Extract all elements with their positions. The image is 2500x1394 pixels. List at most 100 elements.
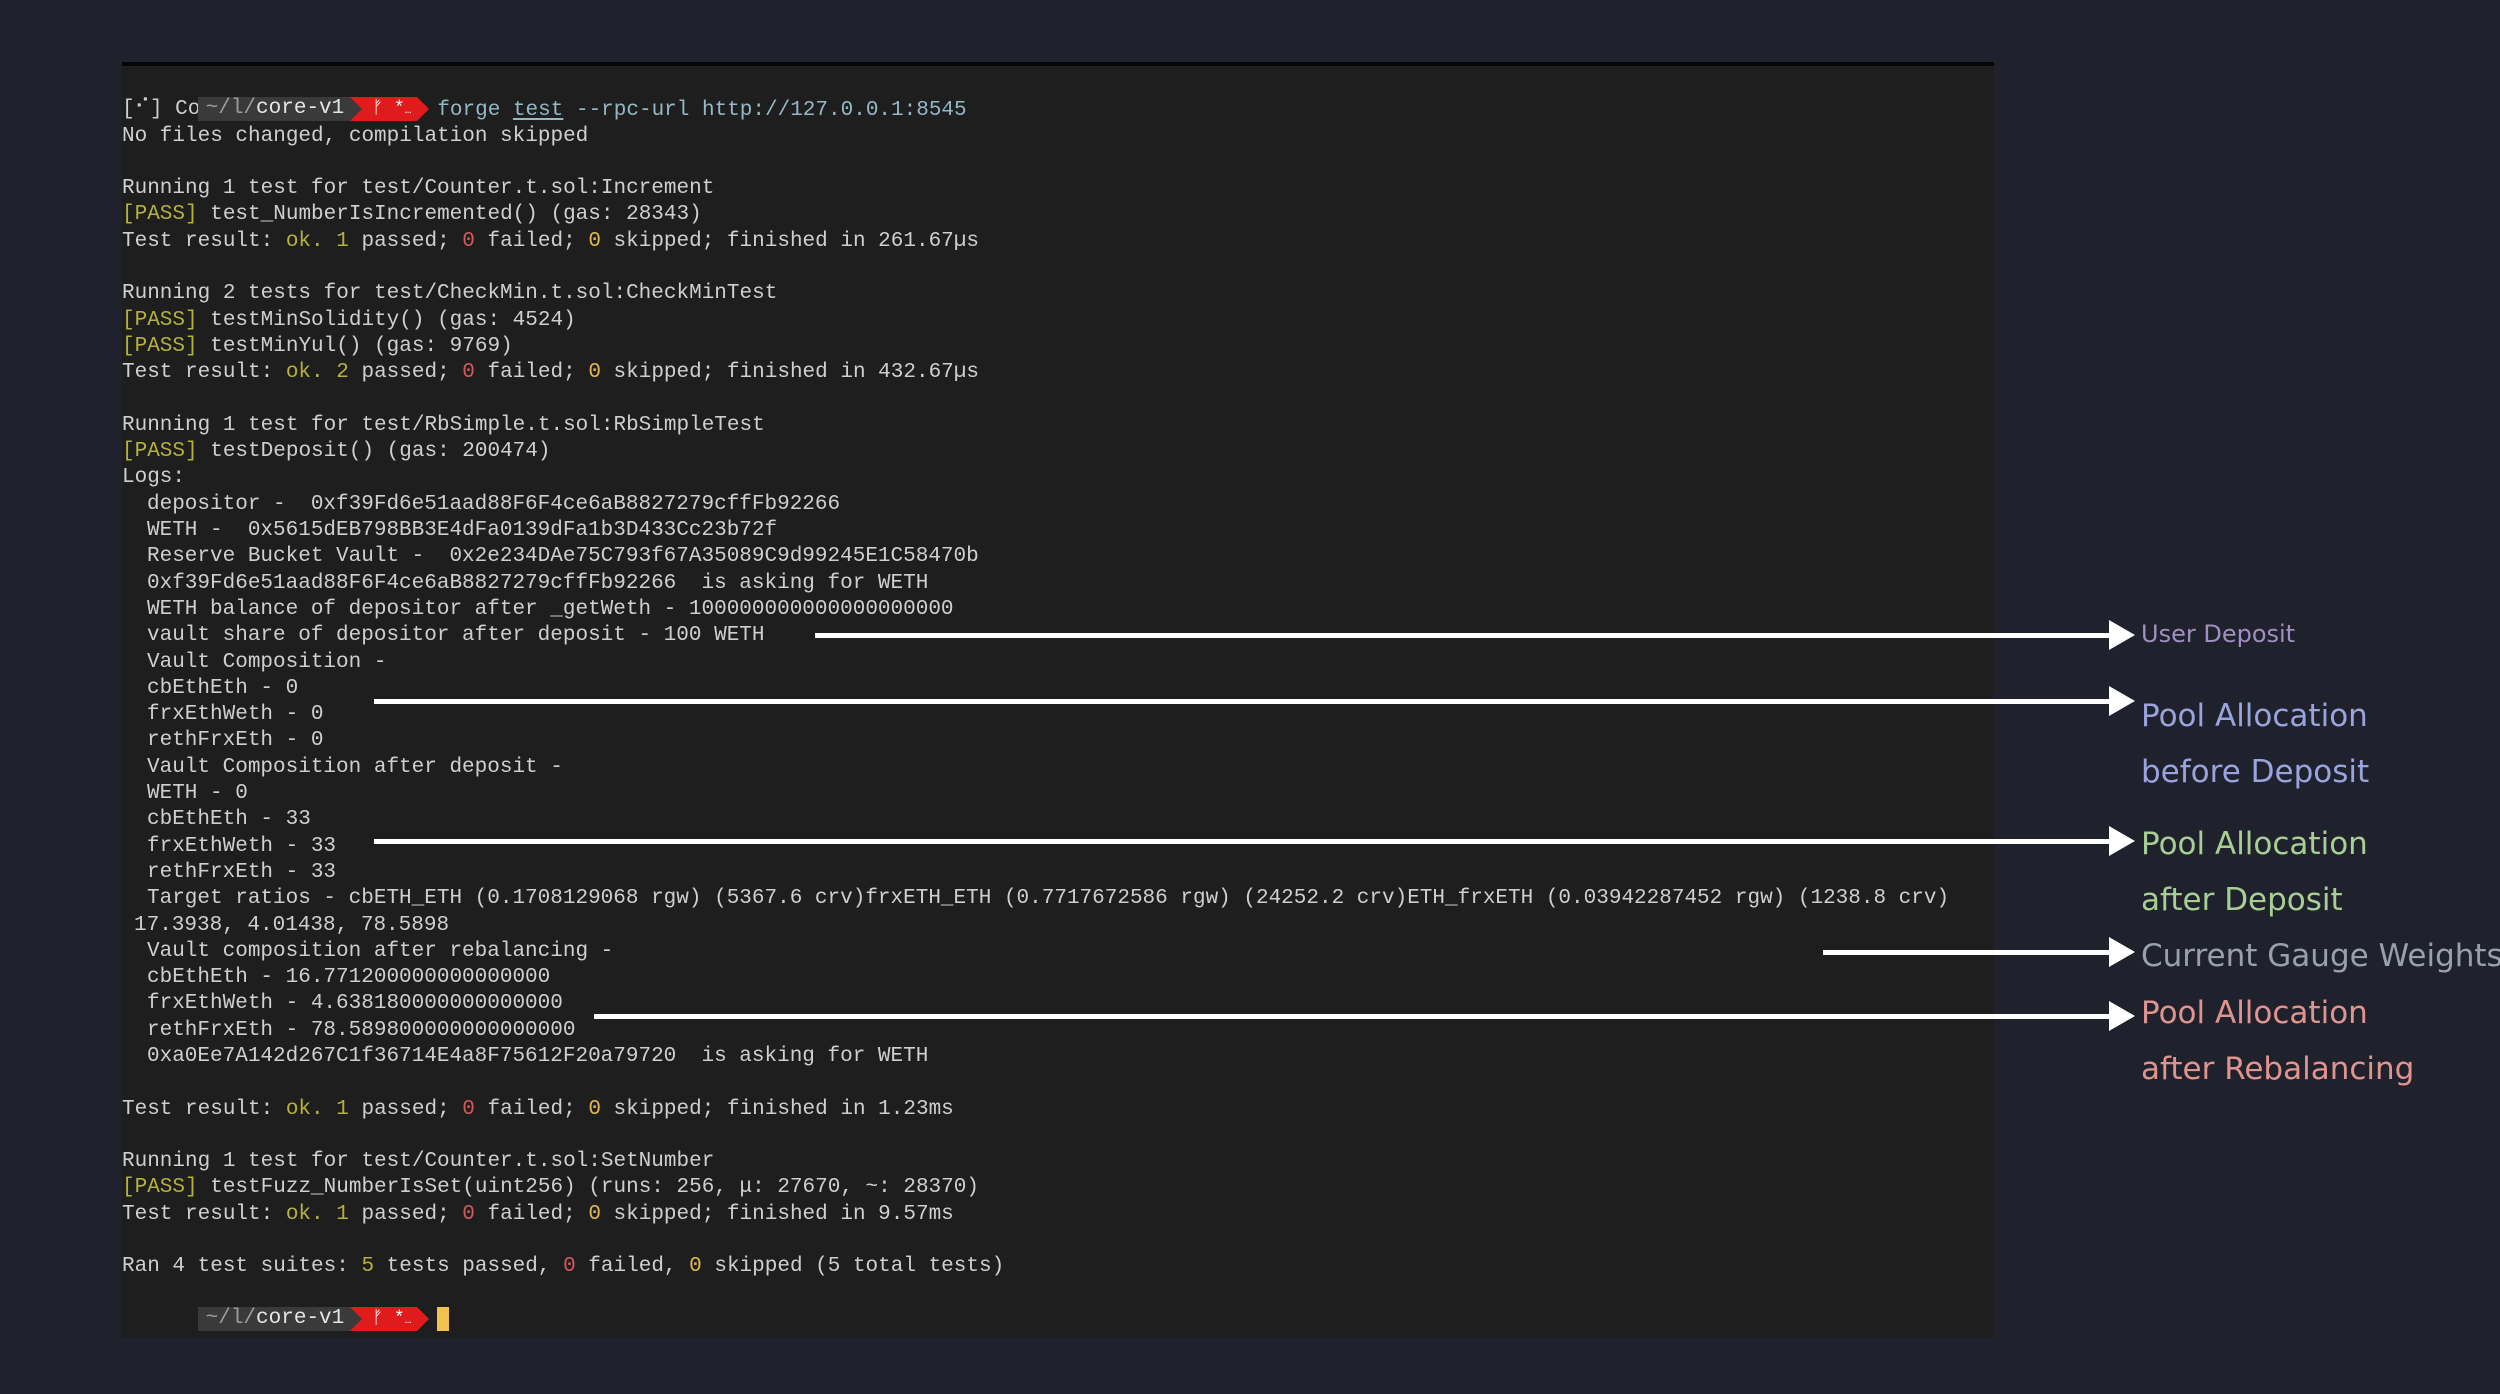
- text-cursor[interactable]: [437, 1306, 450, 1331]
- log-line: 17.3938, 4.01438, 78.5898: [134, 913, 450, 937]
- test-name: test_NumberIsIncremented() (gas: 28343): [197, 203, 702, 227]
- command-program: forge: [437, 98, 501, 122]
- prompt-git-segment: ᚠ *…: [350, 1306, 430, 1331]
- result-ok: ok.: [285, 361, 324, 385]
- annotation-text: after Deposit: [2141, 882, 2343, 918]
- skipped-text: skipped; finished in 9.57ms: [600, 1202, 954, 1226]
- result-ok: ok.: [285, 1097, 324, 1121]
- result-ok: ok.: [285, 1202, 324, 1226]
- log-line: Vault Composition -: [147, 650, 387, 674]
- log-line: depositor - 0xf39Fd6e51aad88F6F4ce6aB882…: [147, 492, 841, 516]
- failed-count: 0: [462, 229, 475, 253]
- result-prefix: Test result:: [122, 361, 286, 385]
- prompt-path-segment: ~/l/core-v1: [197, 1306, 351, 1331]
- result-prefix: Test result:: [122, 1202, 286, 1226]
- shell-prompt: ~/l/core-v1 ᚠ *…: [197, 97, 430, 122]
- prompt-path-prefix: ~/l/: [205, 97, 257, 121]
- failed-count: 0: [462, 1097, 475, 1121]
- failed-text: failed;: [474, 1202, 589, 1226]
- suite-header: Running 1 test for test/RbSimple.t.sol:R…: [122, 413, 765, 437]
- log-line: cbEthEth - 33: [147, 808, 311, 832]
- log-line: cbEthEth - 16.771200000000000000: [147, 966, 551, 990]
- log-line: frxEthWeth - 0: [147, 703, 324, 727]
- annotation-text: Pool Allocation: [2141, 698, 2368, 734]
- annotation-user-deposit: User Deposit: [2141, 620, 2295, 648]
- prompt-path-segment: ~/l/core-v1: [197, 97, 351, 122]
- pass-badge: [PASS]: [122, 334, 198, 358]
- passed-text: passed;: [348, 229, 463, 253]
- passed-count: 1: [336, 229, 349, 253]
- pass-badge: [PASS]: [122, 440, 198, 464]
- failed-text: failed;: [474, 1097, 589, 1121]
- test-line: [PASS] testMinYul() (gas: 9769): [122, 334, 1994, 360]
- command-text: forge test --rpc-url http://127.0.0.1:85…: [437, 99, 966, 122]
- passed-text: passed;: [348, 1097, 463, 1121]
- log-line: rethFrxEth - 78.589800000000000000: [147, 1018, 576, 1042]
- skipped-count: 0: [588, 1097, 601, 1121]
- prompt-path-dir: core-v1: [256, 97, 345, 121]
- result-ok: ok.: [285, 229, 324, 253]
- test-result-line: Test result: ok. 1 passed; 0 failed; 0 s…: [122, 229, 1994, 255]
- suite-header: Running 1 test for test/Counter.t.sol:Se…: [122, 1150, 715, 1174]
- annotation-text: User Deposit: [2141, 620, 2296, 648]
- test-line: [PASS] test_NumberIsIncremented() (gas: …: [122, 202, 1994, 228]
- summary-passed-text: tests passed,: [374, 1255, 564, 1279]
- annotation-allocation-before-deposit: Pool Allocation before Deposit: [2141, 688, 2369, 800]
- arrow-gauge-weights: [1823, 937, 2135, 967]
- skipped-count: 0: [588, 361, 601, 385]
- skipped-count: 0: [588, 229, 601, 253]
- command-args: --rpc-url http://127.0.0.1:8545: [575, 98, 967, 122]
- arrow-allocation-before-deposit: [374, 686, 2135, 716]
- annotation-text: Current Gauge Weights: [2141, 938, 2500, 974]
- log-line: Reserve Bucket Vault - 0x2e234DAe75C793f…: [147, 545, 979, 569]
- git-branch-icon: ᚠ: [372, 1308, 384, 1329]
- prompt-path-dir: core-v1: [256, 1306, 345, 1330]
- test-result-line: Test result: ok. 2 passed; 0 failed; 0 s…: [122, 360, 1994, 386]
- annotation-gauge-weights: Current Gauge Weights: [2141, 928, 2500, 984]
- log-line: frxEthWeth - 33: [147, 834, 337, 858]
- passed-count: 1: [336, 1097, 349, 1121]
- passed-count: 1: [336, 1202, 349, 1226]
- failed-count: 0: [462, 361, 475, 385]
- skipped-text: skipped; finished in 432.67µs: [600, 361, 979, 385]
- input-line[interactable]: ~/l/core-v1 ᚠ *…: [122, 1281, 1994, 1331]
- summary-failed-count: 0: [563, 1255, 576, 1279]
- git-ellipsis: …: [404, 1314, 412, 1327]
- test-name: testDeposit() (gas: 200474): [197, 440, 551, 464]
- summary-failed-text: failed,: [575, 1255, 690, 1279]
- git-dirty-status: *: [393, 1308, 405, 1329]
- log-line: Vault composition after rebalancing -: [147, 939, 614, 963]
- test-name: testMinYul() (gas: 9769): [197, 334, 513, 358]
- test-result-line: Test result: ok. 1 passed; 0 failed; 0 s…: [122, 1202, 1994, 1228]
- command-subcommand: test: [512, 98, 564, 122]
- log-line: rethFrxEth - 33: [147, 860, 337, 884]
- test-line: [PASS] testMinSolidity() (gas: 4524): [122, 308, 1994, 334]
- annotation-allocation-after-deposit: Pool Allocation after Deposit: [2141, 816, 2368, 928]
- suite-header: Running 1 test for test/Counter.t.sol:In…: [122, 177, 715, 201]
- annotation-text: Pool Allocation: [2141, 826, 2368, 862]
- pass-badge: [PASS]: [122, 1176, 198, 1200]
- test-line: [PASS] testDeposit() (gas: 200474): [122, 439, 1994, 465]
- arrow-allocation-after-deposit: [374, 826, 2135, 856]
- prompt-path-prefix: ~/l/: [205, 1306, 257, 1330]
- annotation-text: Pool Allocation: [2141, 995, 2368, 1031]
- log-line: Target ratios - cbETH_ETH (0.1708129068 …: [147, 887, 1950, 911]
- arrow-allocation-after-rebalancing: [594, 1001, 2135, 1031]
- git-dirty-status: *: [393, 99, 405, 120]
- pass-badge: [PASS]: [122, 203, 198, 227]
- result-prefix: Test result:: [122, 1097, 286, 1121]
- log-line: rethFrxEth - 0: [147, 729, 324, 753]
- test-result-line: Test result: ok. 1 passed; 0 failed; 0 s…: [122, 1097, 1994, 1123]
- test-line: [PASS] testFuzz_NumberIsSet(uint256) (ru…: [122, 1175, 1994, 1201]
- test-name: testMinSolidity() (gas: 4524): [197, 308, 576, 332]
- git-ellipsis: …: [404, 105, 412, 118]
- failed-count: 0: [462, 1202, 475, 1226]
- no-changes-line: No files changed, compilation skipped: [122, 124, 589, 148]
- test-name: testFuzz_NumberIsSet(uint256) (runs: 256…: [197, 1176, 979, 1200]
- annotation-text: after Rebalancing: [2141, 1051, 2415, 1087]
- logs-label: Logs:: [122, 466, 186, 490]
